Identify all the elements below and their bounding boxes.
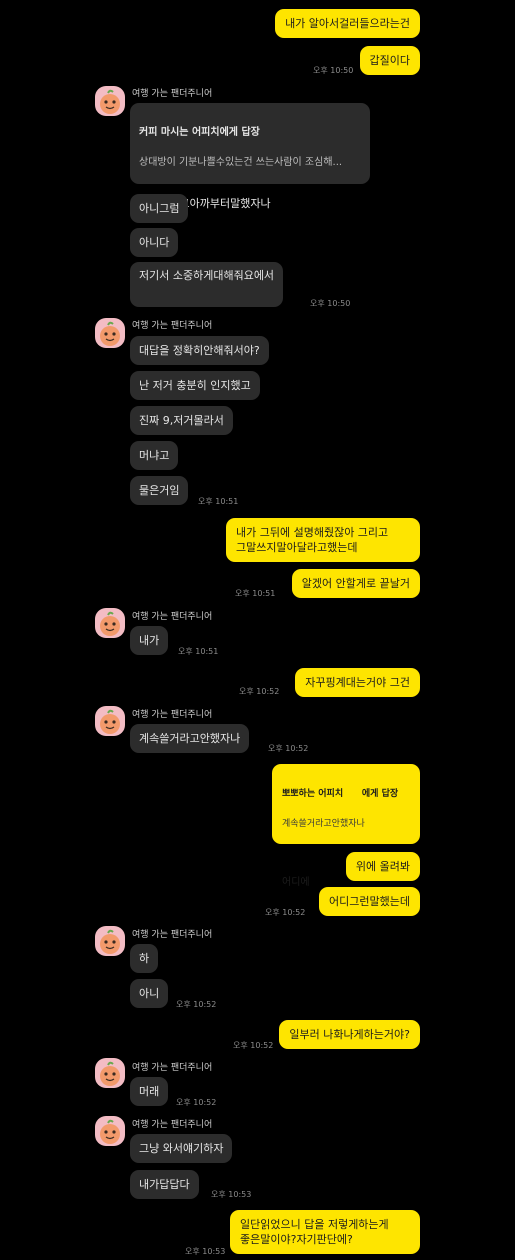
sender-name: 여행 가는 팬더주니어 (132, 930, 213, 940)
peach-character-avatar-icon (100, 1119, 120, 1144)
sender-name: 여행 가는 팬더주니어 (132, 710, 213, 720)
incoming-message[interactable]: 저기서 소중하게대해줘요에서 (130, 262, 284, 307)
message-time: 오후 10:50 (310, 299, 351, 308)
outgoing-message[interactable]: 위에 올려봐 (345, 852, 420, 881)
incoming-message[interactable]: 진짜 9,저거몰라서 (130, 406, 233, 435)
avatar[interactable] (95, 926, 125, 956)
outgoing-message[interactable]: 일단읽었으니 답을 저렇게하는게 좋은말이야?자기판단에? (230, 1210, 420, 1254)
outgoing-message[interactable]: 갑질이다 (359, 46, 420, 75)
incoming-message[interactable]: 난 저거 충분히 인지했고 (130, 371, 260, 400)
message-time: 오후 10:52 (176, 1000, 217, 1009)
incoming-message[interactable]: 대답을 정확히안해줘서야? (130, 336, 269, 365)
peach-character-avatar-icon (100, 929, 120, 954)
incoming-message[interactable]: 머래 (130, 1077, 169, 1106)
message-time: 오후 10:52 (176, 1098, 217, 1107)
message-time: 오후 10:53 (185, 1247, 226, 1256)
peach-character-avatar-icon (100, 611, 120, 636)
peach-character-avatar-icon (100, 89, 120, 114)
reply-message[interactable]: 뽀뽀하는 어피치 에게 답장 계속쓸거라고안했자나 어디에 (272, 764, 420, 888)
peach-character-avatar-icon (100, 709, 120, 734)
avatar[interactable] (95, 1116, 125, 1146)
reply-message[interactable]: 커피 마시는 어피치에게 답장 상대방이 기분나쁠수있는건 쓰는사람이 조심해.… (130, 103, 370, 210)
incoming-message[interactable]: 내가답답다 (130, 1170, 199, 1199)
sender-name: 여행 가는 팬더주니어 (132, 89, 213, 99)
incoming-message[interactable]: 머냐고 (130, 441, 179, 470)
message-time: 오후 10:51 (198, 497, 239, 506)
message-time: 오후 10:52 (268, 744, 309, 753)
outgoing-message[interactable]: 일부러 나화나게하는거야? (279, 1020, 420, 1049)
incoming-message[interactable]: 계속쓸거라고안했자나 (130, 724, 250, 753)
chat-room[interactable]: 내가 알아서걸러들으라는건 갑질이다 오후 10:50 여행 가는 팬더주니어 … (88, 0, 426, 1260)
reply-title: 뽀뽀하는 어피치 에게 답장 (282, 789, 399, 799)
sender-name: 여행 가는 팬더주니어 (132, 1120, 213, 1130)
reply-quote: 상대방이 기분나쁠수있는건 쓰는사람이 조심해... (139, 157, 343, 168)
avatar[interactable] (95, 706, 125, 736)
incoming-message[interactable]: 내가 (130, 626, 169, 655)
reply-quote: 계속쓸거라고안했자나 (282, 819, 365, 829)
message-time: 오후 10:51 (178, 647, 219, 656)
message-time: 오후 10:53 (211, 1190, 252, 1199)
message-time: 오후 10:52 (233, 1041, 274, 1050)
outgoing-message[interactable]: 어디그런말했는데 (319, 887, 420, 916)
outgoing-message[interactable]: 내가 그뒤에 설명해줬잖아 그리고 그말쓰지말아달라고했는데 (226, 518, 420, 562)
incoming-message[interactable]: 아니그럼 (130, 194, 189, 223)
peach-character-avatar-icon (100, 321, 120, 346)
avatar[interactable] (95, 608, 125, 638)
incoming-message[interactable]: 아니다 (130, 228, 179, 257)
message-time: 오후 10:52 (265, 908, 306, 917)
incoming-message[interactable]: 물은거임 (130, 476, 189, 505)
incoming-message[interactable]: 그냥 와서얘기하자 (130, 1134, 233, 1163)
incoming-message[interactable]: 하 (130, 944, 159, 973)
outgoing-message[interactable]: 내가 알아서걸러들으라는건 (275, 9, 420, 38)
peach-character-avatar-icon (100, 1061, 120, 1086)
avatar[interactable] (95, 318, 125, 348)
outgoing-message[interactable]: 알겠어 안할게로 끝날거 (291, 569, 420, 598)
sender-name: 여행 가는 팬더주니어 (132, 1063, 213, 1073)
avatar[interactable] (95, 86, 125, 116)
sender-name: 여행 가는 팬더주니어 (132, 612, 213, 622)
incoming-message[interactable]: 아니 (130, 979, 169, 1008)
avatar[interactable] (95, 1058, 125, 1088)
sender-name: 여행 가는 팬더주니어 (132, 321, 213, 331)
message-time: 오후 10:50 (313, 66, 354, 75)
reply-title: 커피 마시는 어피치에게 답장 (139, 127, 260, 138)
message-time: 오후 10:51 (235, 589, 276, 598)
outgoing-message[interactable]: 자꾸핑계대는거야 그건 (295, 668, 420, 697)
message-time: 오후 10:52 (239, 687, 280, 696)
